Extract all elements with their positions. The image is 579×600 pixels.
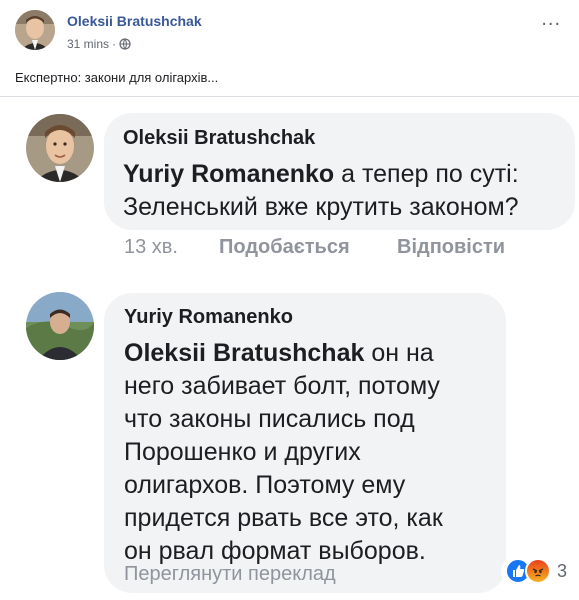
- post-header: Oleksii Bratushchak 31 mins · ...: [15, 8, 575, 58]
- comment-text-line: него забивает болт, потому: [124, 372, 440, 400]
- post-time[interactable]: 31 mins: [67, 37, 109, 51]
- comment-text: Oleksii Bratushchak он на него забивает …: [124, 337, 443, 568]
- angry-icon: [524, 558, 551, 584]
- mention-link[interactable]: Yuriy Romanenko: [123, 160, 334, 188]
- post-options-icon[interactable]: ...: [541, 8, 561, 31]
- comment-text: Yuriy Romanenko а тепер по суті: Зеленсь…: [123, 158, 519, 224]
- comment-text-line: Порошенко и других: [124, 438, 361, 466]
- mention-link[interactable]: Oleksii Bratushchak: [124, 339, 364, 367]
- comment-actions: 13 хв. Подобається Відповісти: [124, 236, 505, 259]
- comment-bubble: Yuriy Romanenko Oleksii Bratushchak он н…: [104, 293, 506, 593]
- reply-button[interactable]: Відповісти: [397, 236, 505, 259]
- author-avatar[interactable]: [15, 10, 55, 50]
- comment-bubble: Oleksii Bratushchak Yuriy Romanenko а те…: [104, 113, 575, 230]
- comment-text-line: а тепер по суті:: [334, 160, 519, 188]
- globe-icon[interactable]: [119, 38, 131, 50]
- meta-separator: ·: [112, 37, 117, 51]
- comment-avatar[interactable]: [26, 114, 94, 182]
- comment-time[interactable]: 13 хв.: [124, 236, 219, 259]
- comment-text-line: что законы писались под: [124, 405, 415, 433]
- like-button[interactable]: Подобається: [219, 236, 397, 259]
- reaction-count: 3: [556, 560, 567, 581]
- post-author-name[interactable]: Oleksii Bratushchak: [67, 13, 202, 29]
- comment-text-line: он рвал формат выборов.: [124, 537, 426, 565]
- comment-text-line: Зеленський вже крутить законом?: [123, 193, 519, 221]
- reactions-summary[interactable]: 3: [500, 556, 571, 586]
- comment-avatar[interactable]: [26, 292, 94, 360]
- post-meta: 31 mins ·: [67, 37, 131, 51]
- divider: [0, 96, 579, 97]
- comment-author[interactable]: Oleksii Bratushchak: [123, 127, 315, 150]
- comment-author[interactable]: Yuriy Romanenko: [124, 306, 293, 329]
- comment-text-line: он на: [364, 339, 434, 367]
- see-translation-link[interactable]: Переглянути переклад: [124, 563, 336, 586]
- post-text: Експертно: закони для олігархів...: [15, 70, 219, 85]
- comment-text-line: придется рвать все это, как: [124, 504, 443, 532]
- comment-text-line: олигархов. Поэтому ему: [124, 471, 406, 499]
